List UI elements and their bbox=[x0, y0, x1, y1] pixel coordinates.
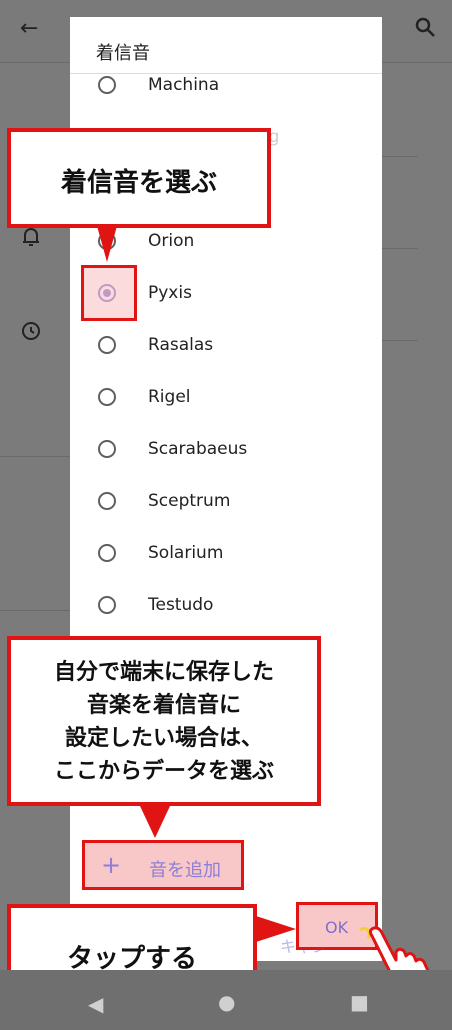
system-nav-bar: ◀ ● ■ bbox=[0, 970, 452, 1030]
callout-line: 設定したい場合は、 bbox=[64, 726, 263, 751]
nav-recents-icon[interactable]: ■ bbox=[350, 990, 369, 1014]
nav-back-icon[interactable]: ◀ bbox=[88, 992, 103, 1016]
callout-text: 自分で端末に保存した 音楽を着信音に 設定したい場合は、 ここからデータを選ぶ bbox=[11, 656, 317, 788]
callout-line: 自分で端末に保存した bbox=[53, 660, 274, 685]
callout-line: 音楽を着信音に bbox=[86, 693, 241, 718]
callout-saved-music: 自分で端末に保存した 音楽を着信音に 設定したい場合は、 ここからデータを選ぶ bbox=[7, 636, 321, 806]
callout-line: ここからデータを選ぶ bbox=[53, 759, 274, 784]
callout-text: 着信音を選ぶ bbox=[60, 168, 217, 198]
nav-home-icon[interactable]: ● bbox=[218, 990, 235, 1014]
arrow-to-selection bbox=[97, 226, 117, 262]
arrow-to-ok-button bbox=[256, 916, 296, 942]
callout-select-ringtone: 着信音を選ぶ bbox=[7, 128, 271, 228]
arrow-to-add-button bbox=[140, 806, 170, 838]
